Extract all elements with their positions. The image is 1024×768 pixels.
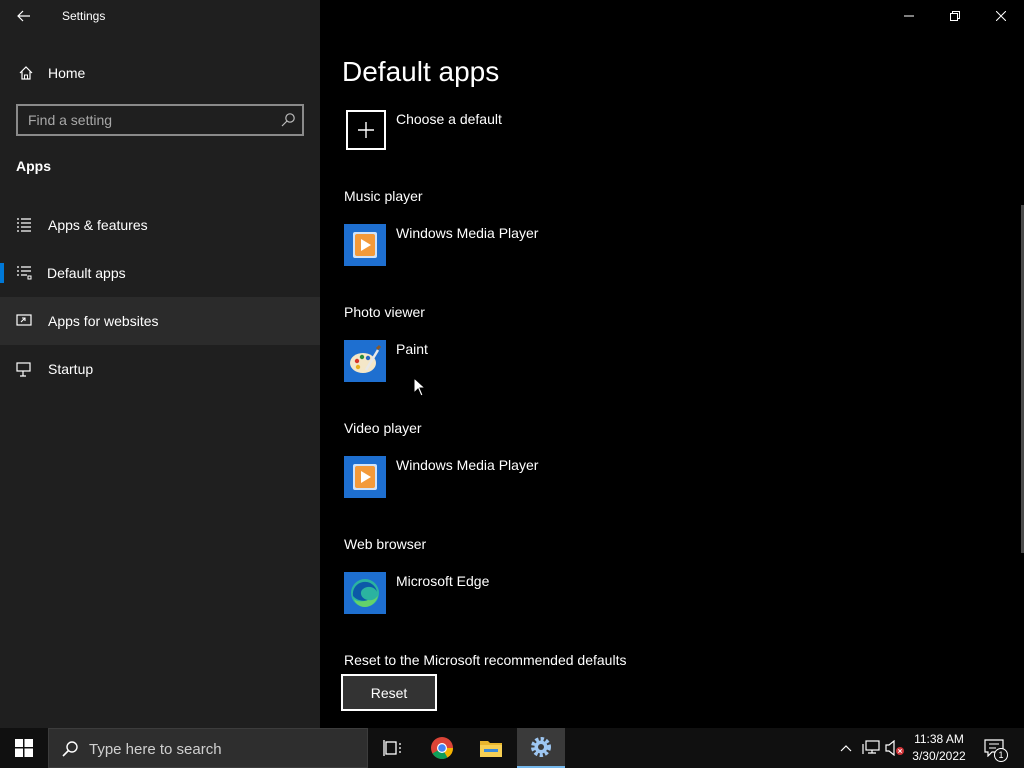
photo-viewer-label: Photo viewer — [344, 304, 425, 320]
home-nav-item[interactable]: Home — [0, 56, 320, 90]
apps-for-websites-icon — [16, 314, 32, 326]
clock-date: 3/30/2022 — [912, 749, 966, 763]
chevron-up-icon — [840, 745, 852, 752]
settings-sidebar: Settings Home Apps Apps & features Defau… — [0, 0, 320, 728]
network-icon — [862, 740, 880, 754]
sidebar-item-label: Startup — [48, 361, 94, 377]
notification-count-badge: 1 — [994, 748, 1008, 762]
show-hidden-icons-button[interactable] — [836, 738, 856, 758]
music-player-app-name: Windows Media Player — [396, 225, 539, 241]
windows-media-player-icon — [344, 224, 386, 266]
taskbar: Type here to search 11:38 AM 3/30/2022 1 — [0, 728, 1024, 768]
windows-media-player-icon — [344, 456, 386, 498]
search-icon[interactable] — [280, 112, 296, 128]
mouse-cursor-icon — [413, 377, 427, 397]
sidebar-item-label: Apps & features — [48, 217, 148, 233]
settings-icon — [531, 737, 551, 757]
find-setting-input[interactable] — [18, 106, 270, 134]
chrome-icon — [431, 737, 453, 759]
sidebar-item-label: Default apps — [47, 265, 126, 281]
settings-taskbar-button[interactable] — [517, 728, 565, 768]
taskbar-clock[interactable]: 11:38 AM 3/30/2022 — [906, 731, 972, 765]
sidebar-titlebar: Settings — [0, 0, 320, 32]
selection-indicator — [0, 263, 4, 283]
paint-icon — [344, 340, 386, 382]
search-icon — [62, 741, 78, 757]
reset-button[interactable]: Reset — [341, 674, 437, 711]
video-player-app-name: Windows Media Player — [396, 457, 539, 473]
file-explorer-taskbar-button[interactable] — [467, 728, 515, 768]
sidebar-item-apps-for-websites[interactable]: Apps for websites — [0, 297, 320, 345]
task-view-button[interactable] — [368, 728, 416, 768]
restore-icon — [950, 11, 960, 21]
find-setting-search[interactable] — [16, 104, 304, 136]
sidebar-item-startup[interactable]: Startup — [0, 345, 320, 393]
back-button[interactable] — [8, 0, 40, 32]
home-icon — [19, 66, 33, 80]
section-heading-apps: Apps — [16, 158, 51, 174]
default-apps-icon — [17, 266, 32, 280]
web-browser-label: Web browser — [344, 536, 427, 552]
reset-caption: Reset to the Microsoft recommended defau… — [344, 652, 627, 668]
network-tray-button[interactable] — [861, 738, 881, 758]
start-button[interactable] — [0, 728, 48, 768]
windows-logo-icon — [15, 739, 33, 757]
video-player-label: Video player — [344, 420, 422, 436]
back-arrow-icon — [17, 10, 30, 22]
sidebar-item-default-apps[interactable]: Default apps — [0, 249, 320, 297]
minimize-icon — [904, 15, 914, 17]
music-player-label: Music player — [344, 188, 423, 204]
apps-features-icon — [17, 218, 31, 232]
close-button[interactable] — [978, 0, 1024, 32]
home-label: Home — [48, 65, 86, 81]
web-browser-app-name: Microsoft Edge — [396, 573, 490, 589]
minimize-button[interactable] — [886, 0, 932, 32]
choose-default-label: Choose a default — [396, 111, 502, 127]
sidebar-item-apps-features[interactable]: Apps & features — [0, 201, 320, 249]
clock-time: 11:38 AM — [914, 732, 964, 746]
restore-button[interactable] — [932, 0, 978, 32]
task-view-icon — [383, 740, 401, 756]
photo-viewer-app-name: Paint — [396, 341, 428, 357]
volume-tray-button[interactable] — [885, 738, 905, 758]
add-default-tile[interactable] — [346, 110, 386, 150]
action-center-button[interactable]: 1 — [978, 728, 1010, 768]
microsoft-edge-icon — [344, 572, 386, 614]
window-title: Settings — [62, 9, 106, 23]
page-title: Default apps — [342, 56, 500, 87]
taskbar-search-placeholder: Type here to search — [89, 741, 222, 758]
taskbar-search-box[interactable]: Type here to search — [48, 728, 368, 768]
startup-icon — [16, 362, 31, 377]
plus-icon — [358, 122, 374, 138]
close-icon — [996, 11, 1006, 21]
main-content: Default apps Choose a default Music play… — [320, 0, 1024, 728]
sidebar-item-label: Apps for websites — [48, 313, 159, 329]
file-explorer-icon — [480, 741, 502, 757]
chrome-taskbar-button[interactable] — [418, 728, 466, 768]
volume-muted-icon — [885, 740, 904, 756]
